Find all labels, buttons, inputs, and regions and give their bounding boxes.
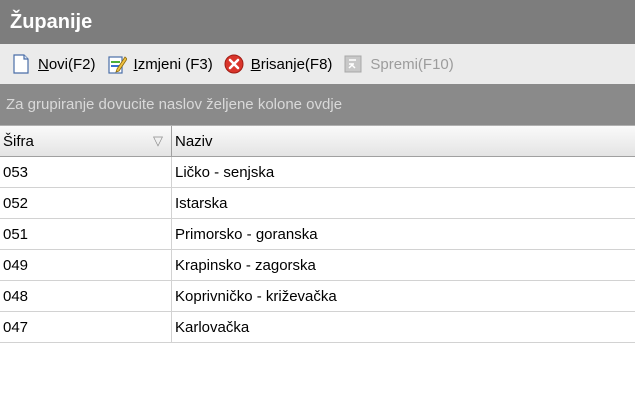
window-title-bar: Županije [0, 0, 635, 44]
toolbar: Novi(F2) Izmjeni (F3) Brisanje(F8) Sprem… [0, 44, 635, 84]
cell-code: 047 [0, 312, 172, 342]
cell-name: Primorsko - goranska [175, 225, 318, 243]
cell-name: Koprivničko - križevačka [175, 287, 337, 305]
cell-code: 049 [0, 250, 172, 280]
group-by-hint: Za grupiranje dovucite naslov željene ko… [6, 96, 343, 113]
cell-name: Istarska [175, 194, 228, 212]
column-header-label: Šifra [3, 132, 34, 150]
edit-button-label: Izmjeni (F3) [134, 56, 213, 73]
table-row[interactable]: 052 Istarska [0, 188, 635, 219]
save-icon [342, 53, 364, 75]
delete-button-label: Brisanje(F8) [251, 56, 333, 73]
delete-icon [223, 53, 245, 75]
cell-name: Karlovačka [175, 318, 250, 336]
edit-document-icon [106, 53, 128, 75]
edit-button[interactable]: Izmjeni (F3) [106, 53, 213, 75]
cell-code: 051 [0, 219, 172, 249]
column-header-naziv[interactable]: Naziv [172, 126, 635, 156]
edit-button-text: zmjeni (F3) [137, 55, 213, 73]
new-button-label: Novi(F2) [38, 56, 96, 73]
save-button-label: Spremi(F10) [370, 55, 454, 73]
table-row[interactable]: 049 Krapinsko - zagorska [0, 250, 635, 281]
cell-code: 053 [0, 157, 172, 187]
new-button-mnemonic: N [38, 55, 49, 73]
delete-button-mnemonic: B [250, 55, 261, 73]
cell-code: 048 [0, 281, 172, 311]
delete-button[interactable]: Brisanje(F8) [223, 53, 333, 75]
group-by-panel[interactable]: Za grupiranje dovucite naslov željene ko… [0, 84, 635, 125]
delete-button-text: risanje(F8) [260, 55, 333, 73]
new-button-text: ovi(F2) [48, 55, 96, 73]
cell-name: Ličko - senjska [175, 163, 275, 181]
sort-descending-icon: ▽ [153, 133, 163, 148]
window-title: Županije [10, 10, 93, 33]
column-header-sifra[interactable]: Šifra ▽ [0, 126, 172, 156]
save-button[interactable]: Spremi(F10) [342, 53, 454, 75]
table-row[interactable]: 048 Koprivničko - križevačka [0, 281, 635, 312]
grid-header: Šifra ▽ Naziv [0, 126, 635, 157]
data-grid: Šifra ▽ Naziv 053 Ličko - senjska 052 Is… [0, 125, 635, 399]
table-row[interactable]: 051 Primorsko - goranska [0, 219, 635, 250]
new-document-icon [10, 53, 32, 75]
cell-code: 052 [0, 188, 172, 218]
column-header-label: Naziv [175, 132, 213, 150]
group-by-drop-area[interactable]: Za grupiranje dovucite naslov željene ko… [0, 84, 635, 125]
table-row[interactable]: 047 Karlovačka [0, 312, 635, 343]
cell-name: Krapinsko - zagorska [175, 256, 316, 274]
new-button[interactable]: Novi(F2) [10, 53, 96, 75]
table-row[interactable]: 053 Ličko - senjska [0, 157, 635, 188]
